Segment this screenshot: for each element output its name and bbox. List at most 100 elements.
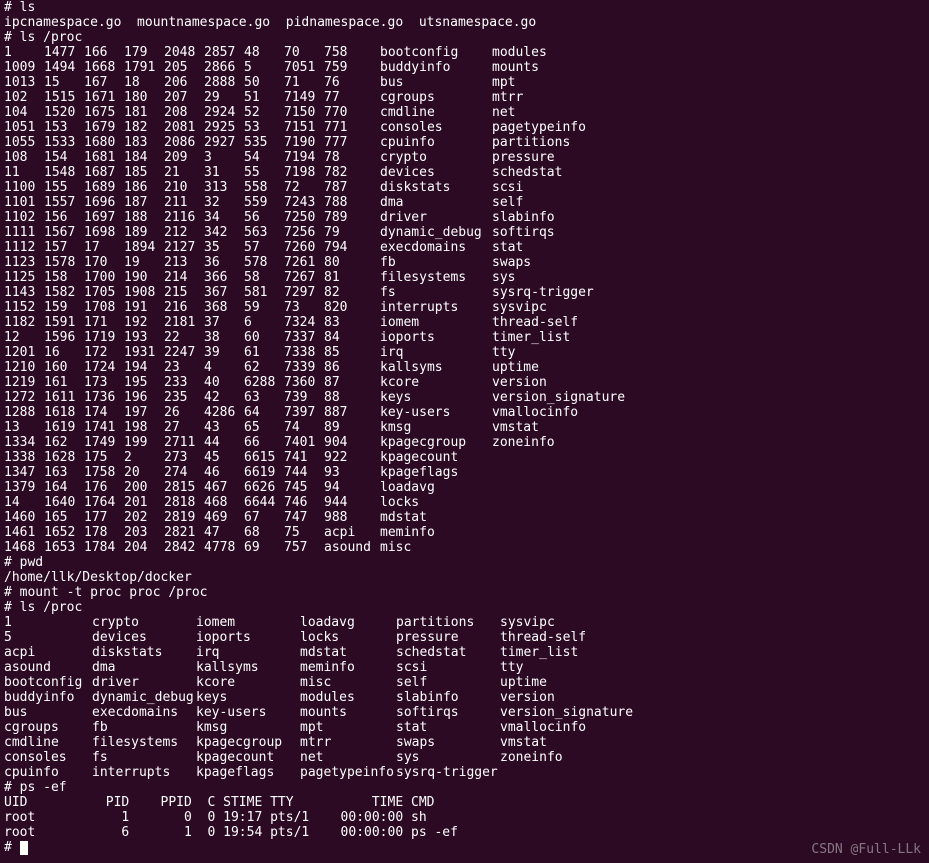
col-cell: 1578 <box>44 255 84 270</box>
col-cell: 7194 <box>284 150 324 165</box>
col-cell: 198 <box>124 420 164 435</box>
col-cell: 55 <box>244 165 284 180</box>
col-cell: 29 <box>204 90 244 105</box>
col-cell: 215 <box>164 285 204 300</box>
col-cell: execdomains <box>380 240 492 255</box>
col-cell: 1698 <box>84 225 124 240</box>
col-cell: 6615 <box>244 450 284 465</box>
col-cell: locks <box>300 630 396 645</box>
col-cell: irq <box>196 645 300 660</box>
col-cell: 770 <box>324 105 380 120</box>
col-cell: 7256 <box>284 225 324 240</box>
proc2-row: bootconfigdriverkcoremiscselfuptime <box>4 675 925 690</box>
col-cell: 7051 <box>284 60 324 75</box>
col-cell: net <box>300 750 396 765</box>
proc2-row: busexecdomainskey-usersmountssoftirqsver… <box>4 705 925 720</box>
col-cell: 212 <box>164 225 204 240</box>
col-cell: 1611 <box>44 390 84 405</box>
col-cell: kpagecgroup <box>196 735 300 750</box>
col-cell: 368 <box>204 300 244 315</box>
col-cell: 1681 <box>84 150 124 165</box>
col-cell: 787 <box>324 180 380 195</box>
proc-row: 13791641762002815467662674594loadavg <box>4 480 925 495</box>
col-cell: 1894 <box>124 240 164 255</box>
proc-row: 1112157171894212735577260794execdomainss… <box>4 240 925 255</box>
col-cell: uptime <box>492 360 636 375</box>
col-cell: crypto <box>92 615 196 630</box>
col-cell: 1182 <box>4 315 44 330</box>
col-cell: 1675 <box>84 105 124 120</box>
col-cell: 1591 <box>44 315 84 330</box>
col-cell: 944 <box>324 495 380 510</box>
ps-row: root 6 1 0 19:54 pts/1 00:00:00 ps -ef <box>4 825 925 840</box>
col-cell: 64 <box>244 405 284 420</box>
col-cell: 14 <box>4 495 44 510</box>
col-cell: 5 <box>244 60 284 75</box>
col-cell: 181 <box>124 105 164 120</box>
col-cell: 1112 <box>4 240 44 255</box>
col-cell: swaps <box>492 255 636 270</box>
proc-row: 120116172193122473961733885irqtty <box>4 345 925 360</box>
col-cell: stat <box>492 240 636 255</box>
col-cell: 2086 <box>164 135 204 150</box>
col-cell: kallsyms <box>380 360 492 375</box>
col-cell: net <box>492 105 636 120</box>
col-cell: 4 <box>204 360 244 375</box>
proc2-row: cpuinfointerruptskpageflagspagetypeinfos… <box>4 765 925 780</box>
col-cell: 6619 <box>244 465 284 480</box>
col-cell: kmsg <box>380 420 492 435</box>
col-cell: 1009 <box>4 60 44 75</box>
col-cell: scsi <box>396 660 500 675</box>
col-cell: 988 <box>324 510 380 525</box>
col-cell: 467 <box>204 480 244 495</box>
col-cell: cmdline <box>380 105 492 120</box>
col-cell: iomem <box>380 315 492 330</box>
col-cell: zoneinfo <box>500 750 660 765</box>
col-cell: bootconfig <box>4 675 92 690</box>
col-cell: 741 <box>284 450 324 465</box>
col-cell: 2247 <box>164 345 204 360</box>
col-cell: 789 <box>324 210 380 225</box>
prompt-line[interactable]: # <box>4 840 925 855</box>
col-cell: 366 <box>204 270 244 285</box>
col-cell: 1931 <box>124 345 164 360</box>
col-cell: 1494 <box>44 60 84 75</box>
col-cell: 88 <box>324 390 380 405</box>
col-cell: 1741 <box>84 420 124 435</box>
col-cell: 7360 <box>284 375 324 390</box>
col-cell: kpagecount <box>380 450 492 465</box>
col-cell: 1671 <box>84 90 124 105</box>
col-cell: 1791 <box>124 60 164 75</box>
col-cell: kpagecount <box>196 750 300 765</box>
col-cell: 2925 <box>204 120 244 135</box>
proc-row: 118215911711922181376732483iomemthread-s… <box>4 315 925 330</box>
col-cell: 1687 <box>84 165 124 180</box>
col-cell: dynamic_debug <box>380 225 492 240</box>
proc-row: 141640176420128184686644746944locks <box>4 495 925 510</box>
command-line: ipcnamespace.go mountnamespace.go pidnam… <box>4 15 925 30</box>
col-cell: 6626 <box>244 480 284 495</box>
col-cell: modules <box>492 45 636 60</box>
col-cell: 1689 <box>84 180 124 195</box>
col-cell: 7261 <box>284 255 324 270</box>
col-cell: timer_list <box>500 645 660 660</box>
col-cell: 758 <box>324 45 380 60</box>
col-cell: sys <box>492 270 636 285</box>
col-cell: 65 <box>244 420 284 435</box>
col-cell: partitions <box>492 135 636 150</box>
proc-row: 11021561697188211634567250789driverslabi… <box>4 210 925 225</box>
col-cell: 1724 <box>84 360 124 375</box>
proc-row: 127216111736196235426373988keysversion_s… <box>4 390 925 405</box>
col-cell: 1618 <box>44 405 84 420</box>
col-cell: 2815 <box>164 480 204 495</box>
col-cell: 174 <box>84 405 124 420</box>
col-cell: locks <box>380 495 492 510</box>
col-cell: 1520 <box>44 105 84 120</box>
command-line: /home/llk/Desktop/docker <box>4 570 925 585</box>
col-cell: execdomains <box>92 705 196 720</box>
col-cell: 61 <box>244 345 284 360</box>
col-cell: 1210 <box>4 360 44 375</box>
col-cell: ioports <box>196 630 300 645</box>
col-cell: 57 <box>244 240 284 255</box>
col-cell: 1628 <box>44 450 84 465</box>
